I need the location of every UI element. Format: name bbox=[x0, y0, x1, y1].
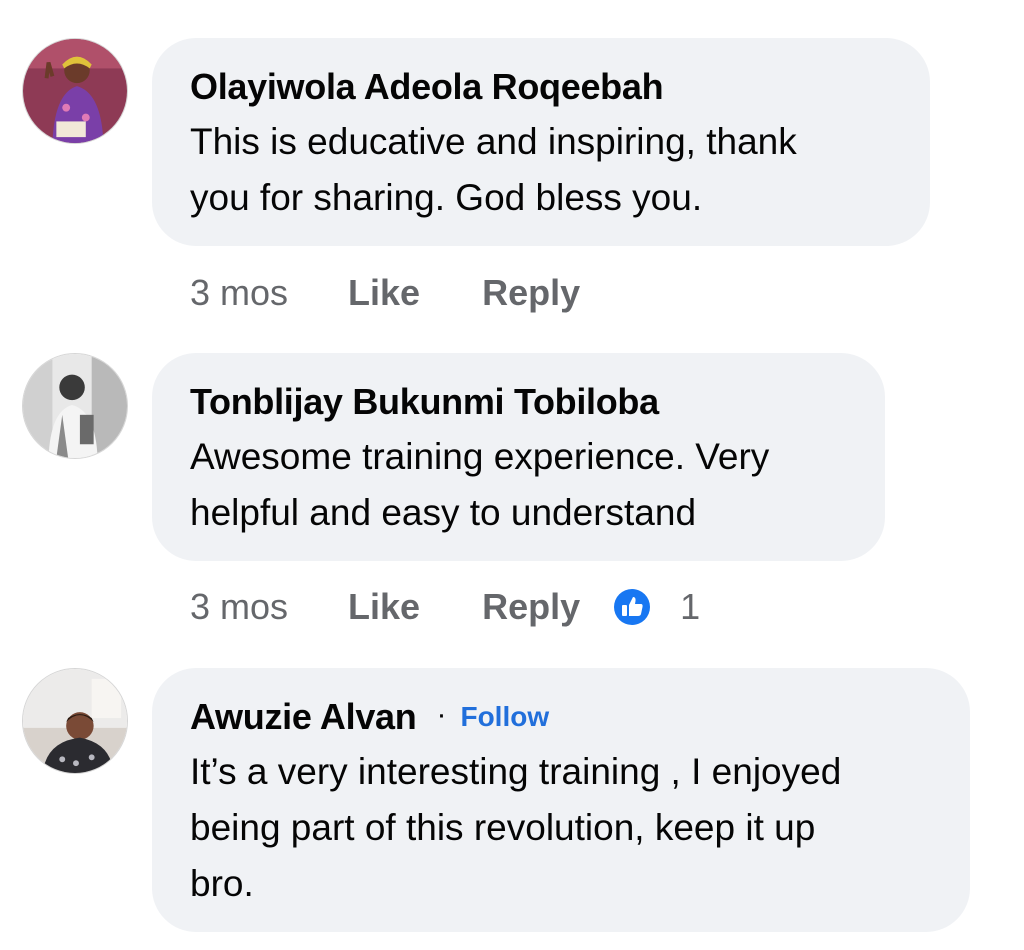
comment-text-line: being part of this revolution, keep it u… bbox=[190, 807, 816, 848]
avatar[interactable] bbox=[22, 668, 128, 774]
comment-text-line: bro. bbox=[190, 863, 254, 904]
avatar[interactable] bbox=[22, 38, 128, 144]
timestamp[interactable]: 3 mos bbox=[190, 586, 288, 628]
comment-actions: 3 mos Like Reply bbox=[190, 268, 610, 318]
comment-text-line: This is educative and inspiring, thank bbox=[190, 121, 797, 162]
comment-text: This is educative and inspiring, thank y… bbox=[190, 114, 890, 226]
avatar-image bbox=[23, 39, 127, 143]
reply-button[interactable]: Reply bbox=[482, 586, 580, 628]
timestamp[interactable]: 3 mos bbox=[190, 272, 288, 314]
author-name[interactable]: Olayiwola Adeola Roqeebah bbox=[190, 66, 664, 108]
comment-actions: 3 mos Like Reply 1 bbox=[190, 582, 700, 632]
comment-text: It’s a very interesting training , I enj… bbox=[190, 744, 930, 912]
avatar-image bbox=[23, 669, 127, 773]
reaction-count[interactable]: 1 bbox=[680, 586, 700, 628]
comment-text-line: It’s a very interesting training , I enj… bbox=[190, 751, 842, 792]
follow-button[interactable]: Follow bbox=[460, 701, 549, 733]
comment-text: Awesome training experience. Very helpfu… bbox=[190, 429, 845, 541]
comment-text-line: you for sharing. God bless you. bbox=[190, 177, 703, 218]
comment-bubble: Tonblijay Bukunmi Tobiloba Awesome train… bbox=[152, 353, 885, 561]
author-row: Awuzie Alvan · Follow bbox=[190, 694, 930, 740]
comment-bubble: Olayiwola Adeola Roqeebah This is educat… bbox=[152, 38, 930, 246]
author-name[interactable]: Awuzie Alvan bbox=[190, 696, 417, 738]
comment-bubble: Awuzie Alvan · Follow It’s a very intere… bbox=[152, 668, 970, 932]
author-name[interactable]: Tonblijay Bukunmi Tobiloba bbox=[190, 381, 659, 423]
author-row: Olayiwola Adeola Roqeebah bbox=[190, 64, 890, 110]
like-button[interactable]: Like bbox=[348, 272, 420, 314]
comment-text-line: helpful and easy to understand bbox=[190, 492, 697, 533]
avatar[interactable] bbox=[22, 353, 128, 459]
separator-dot: · bbox=[436, 698, 447, 731]
like-button[interactable]: Like bbox=[348, 586, 420, 628]
author-row: Tonblijay Bukunmi Tobiloba bbox=[190, 379, 845, 425]
comment-text-line: Awesome training experience. Very bbox=[190, 436, 770, 477]
reply-button[interactable]: Reply bbox=[482, 272, 580, 314]
avatar-image bbox=[23, 354, 127, 458]
like-reaction-icon[interactable] bbox=[610, 585, 654, 629]
